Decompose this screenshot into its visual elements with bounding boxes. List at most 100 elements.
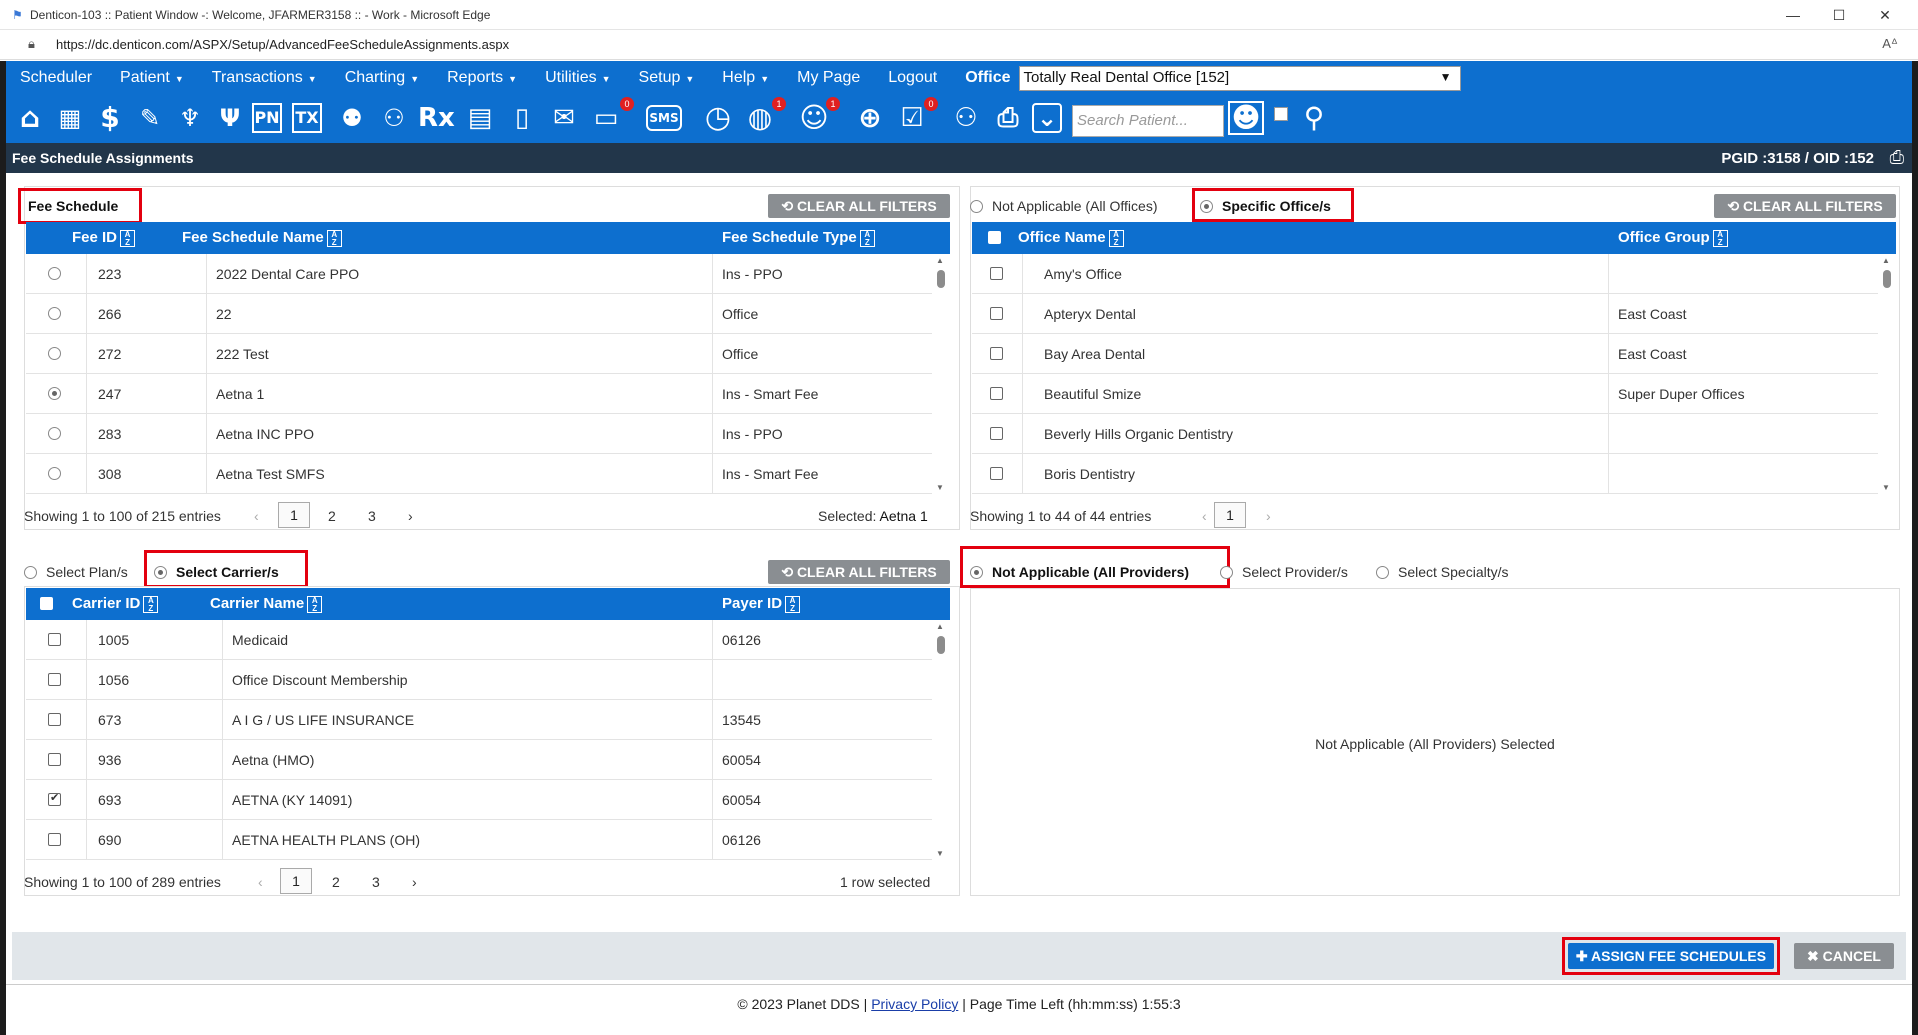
- office-select-all-checkbox[interactable]: [988, 231, 1001, 244]
- office-page-1[interactable]: 1: [1214, 502, 1246, 528]
- collapse-icon[interactable]: ⌄: [1032, 103, 1062, 133]
- table-row[interactable]: 266 22 Office: [26, 294, 932, 334]
- next-page-icon[interactable]: ›: [1266, 508, 1271, 524]
- fee-row-radio[interactable]: [48, 267, 61, 280]
- carrier-row-checkbox[interactable]: [48, 833, 61, 846]
- add-patient-icon[interactable]: ⚉: [334, 100, 370, 136]
- address-bar[interactable]: 🔒︎ https://dc.denticon.com/ASPX/Setup/Ad…: [0, 30, 1918, 60]
- fee-row-radio[interactable]: [48, 307, 61, 320]
- table-row[interactable]: 1005 Medicaid 06126: [26, 620, 932, 660]
- office-scrollbar[interactable]: ▲ ▼: [1880, 254, 1894, 494]
- carrier-scrollbar[interactable]: ▲ ▼: [934, 620, 948, 860]
- fee-scrollbar[interactable]: ▲ ▼: [934, 254, 948, 494]
- document-icon[interactable]: ▯: [504, 100, 540, 136]
- office-row-checkbox[interactable]: [990, 307, 1003, 320]
- close-icon[interactable]: ✕: [1862, 0, 1908, 30]
- prev-page-icon[interactable]: ‹: [254, 508, 259, 524]
- col-office-group[interactable]: Office Group A Z: [1618, 229, 1728, 247]
- minimize-icon[interactable]: —: [1770, 0, 1816, 30]
- office-row-checkbox[interactable]: [990, 427, 1003, 440]
- col-payer-id[interactable]: Payer ID A Z: [722, 595, 801, 613]
- carrier-row-checkbox[interactable]: [48, 673, 61, 686]
- table-row[interactable]: Beverly Hills Organic Dentistry: [972, 414, 1878, 454]
- menu-setup[interactable]: Setup ▼: [625, 69, 709, 87]
- calendar-icon[interactable]: ▦: [52, 100, 88, 136]
- table-row[interactable]: Bay Area Dental East Coast: [972, 334, 1878, 374]
- carrier-page-3[interactable]: 3: [372, 874, 380, 890]
- table-row[interactable]: 693 AETNA (KY 14091) 60054: [26, 780, 932, 820]
- office-row-checkbox[interactable]: [990, 267, 1003, 280]
- menu-charting[interactable]: Charting ▼: [331, 69, 433, 87]
- col-carrier-id[interactable]: Carrier ID A Z: [72, 595, 159, 613]
- message-icon[interactable]: ▭: [588, 100, 624, 136]
- menu-logout[interactable]: Logout: [874, 69, 951, 87]
- dollar-icon[interactable]: $: [92, 100, 128, 136]
- carrier-page-2[interactable]: 2: [332, 874, 340, 890]
- prev-page-icon[interactable]: ‹: [258, 874, 263, 890]
- fee-page-1[interactable]: 1: [278, 502, 310, 528]
- table-row[interactable]: 936 Aetna (HMO) 60054: [26, 740, 932, 780]
- menu-patient[interactable]: Patient ▼: [106, 69, 198, 87]
- tooth-icon[interactable]: ♆: [172, 100, 208, 136]
- col-fee-name[interactable]: Fee Schedule Name A Z: [182, 229, 342, 247]
- carrier-row-checkbox[interactable]: [48, 633, 61, 646]
- table-row[interactable]: 223 2022 Dental Care PPO Ins - PPO: [26, 254, 932, 294]
- table-row[interactable]: 272 222 Test Office: [26, 334, 932, 374]
- carrier-select-all-checkbox[interactable]: [40, 597, 53, 610]
- add-family-icon[interactable]: ⚇: [376, 100, 412, 136]
- perio-icon[interactable]: Ψ: [212, 100, 248, 136]
- table-row[interactable]: Amy's Office: [972, 254, 1878, 294]
- table-row[interactable]: 673 A I G / US LIFE INSURANCE 13545: [26, 700, 932, 740]
- cancel-button[interactable]: ✖ CANCEL: [1794, 943, 1894, 969]
- office-clear-filters-button[interactable]: ⟲ CLEAR ALL FILTERS: [1714, 194, 1896, 218]
- menu-utilities[interactable]: Utilities ▼: [531, 69, 624, 87]
- menu-transactions[interactable]: Transactions ▼: [198, 69, 331, 87]
- print-page-icon[interactable]: ⎙: [1890, 147, 1904, 168]
- carrier-row-checkbox[interactable]: [48, 713, 61, 726]
- fee-row-radio[interactable]: [48, 347, 61, 360]
- table-row[interactable]: Boris Dentistry: [972, 454, 1878, 494]
- office-select[interactable]: Totally Real Dental Office [152] ▼: [1018, 65, 1461, 91]
- col-fee-id[interactable]: Fee ID A Z: [72, 229, 136, 247]
- web-icon[interactable]: ⊕: [852, 100, 888, 136]
- clock-icon[interactable]: ◷: [700, 100, 736, 136]
- fee-row-radio[interactable]: [48, 387, 61, 400]
- privacy-policy-link[interactable]: Privacy Policy: [871, 996, 958, 1012]
- table-row[interactable]: Beautiful Smize Super Duper Offices: [972, 374, 1878, 414]
- notes-icon[interactable]: ▤: [462, 100, 498, 136]
- col-carrier-name[interactable]: Carrier Name A Z: [210, 595, 323, 613]
- sms-icon[interactable]: SMS: [646, 105, 682, 131]
- table-row[interactable]: 247 Aetna 1 Ins - Smart Fee: [26, 374, 932, 414]
- progress-notes-icon[interactable]: PN: [252, 103, 282, 133]
- next-page-icon[interactable]: ›: [412, 874, 417, 890]
- office-row-checkbox[interactable]: [990, 387, 1003, 400]
- radio-select-plans[interactable]: [24, 566, 37, 579]
- table-row[interactable]: 1056 Office Discount Membership: [26, 660, 932, 700]
- mail-icon[interactable]: ✉: [546, 100, 582, 136]
- radio-select-specialty[interactable]: [1376, 566, 1389, 579]
- menu-help[interactable]: Help ▼: [708, 69, 783, 87]
- fee-page-2[interactable]: 2: [328, 508, 336, 524]
- menu-scheduler[interactable]: Scheduler: [6, 69, 106, 87]
- radio-not-applicable-offices[interactable]: [970, 200, 983, 213]
- radio-select-providers[interactable]: [1220, 566, 1233, 579]
- advanced-search-icon[interactable]: ⚲: [1296, 100, 1332, 136]
- fee-page-3[interactable]: 3: [368, 508, 376, 524]
- menu-my-page[interactable]: My Page: [783, 69, 874, 87]
- maximize-icon[interactable]: ☐: [1816, 0, 1862, 30]
- prescription-icon[interactable]: Rx: [418, 100, 455, 136]
- search-patient-input[interactable]: Search Patient...: [1072, 105, 1224, 137]
- ledger-icon[interactable]: ✎: [132, 100, 168, 136]
- carrier-row-checkbox[interactable]: [48, 791, 61, 806]
- fee-row-radio[interactable]: [48, 427, 61, 440]
- carrier-page-1[interactable]: 1: [280, 868, 312, 894]
- carrier-clear-filters-button[interactable]: ⟲ CLEAR ALL FILTERS: [768, 560, 950, 584]
- url-text[interactable]: https://dc.denticon.com/ASPX/Setup/Advan…: [56, 37, 509, 52]
- carrier-row-checkbox[interactable]: [48, 753, 61, 766]
- treatment-icon[interactable]: TX: [292, 103, 322, 133]
- table-row[interactable]: 283 Aetna INC PPO Ins - PPO: [26, 414, 932, 454]
- read-aloud-icon[interactable]: Aᐞ: [1882, 36, 1898, 52]
- fee-row-radio[interactable]: [48, 467, 61, 480]
- group-icon[interactable]: ⚇: [948, 100, 984, 136]
- col-office-name[interactable]: Office Name A Z: [1018, 229, 1124, 247]
